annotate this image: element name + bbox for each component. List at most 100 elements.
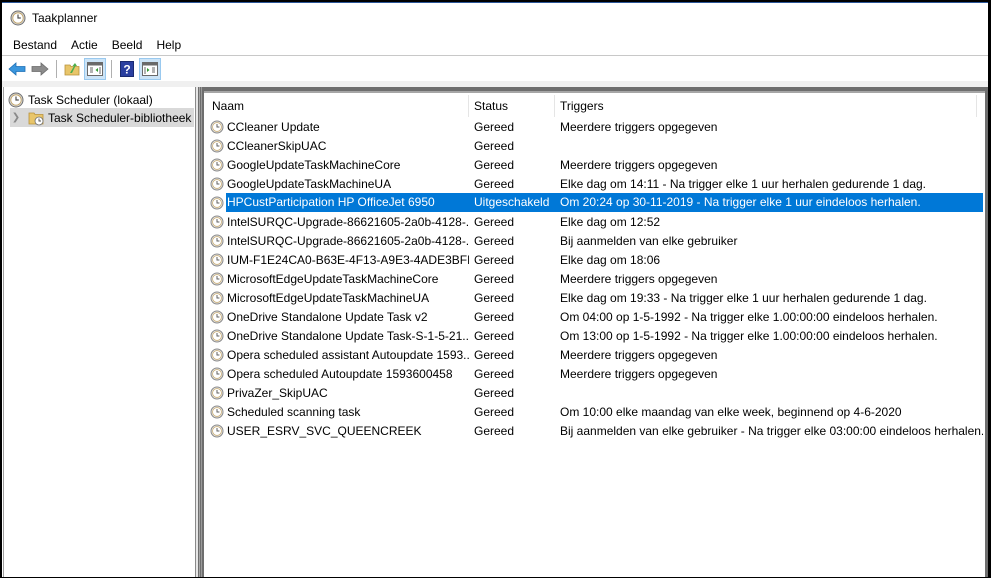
task-name: Opera scheduled Autoupdate 1593600458 bbox=[227, 366, 453, 381]
task-name-cell: USER_ESRV_SVC_QUEENCREEK bbox=[207, 424, 469, 438]
forward-arrow-icon bbox=[31, 62, 49, 76]
task-triggers: Meerdere triggers opgegeven bbox=[560, 347, 718, 362]
task-name-cell: PrivaZer_SkipUAC bbox=[207, 386, 469, 400]
task-name-cell: IntelSURQC-Upgrade-86621605-2a0b-4128-..… bbox=[207, 215, 469, 229]
task-row[interactable]: MicrosoftEdgeUpdateTaskMachineUA Gereed … bbox=[207, 288, 983, 307]
task-triggers: Om 20:24 op 30-11-2019 - Na trigger elke… bbox=[555, 193, 983, 212]
task-name: IntelSURQC-Upgrade-86621605-2a0b-4128-..… bbox=[227, 233, 469, 248]
task-triggers: Meerdere triggers opgegeven bbox=[560, 119, 718, 134]
task-name-cell: GoogleUpdateTaskMachineCore bbox=[207, 158, 469, 172]
task-status: Gereed bbox=[474, 271, 515, 286]
task-rows: CCleaner Update Gereed Meerdere triggers… bbox=[207, 117, 983, 440]
task-row[interactable]: GoogleUpdateTaskMachineCore Gereed Meerd… bbox=[207, 155, 983, 174]
task-clock-icon bbox=[210, 386, 224, 399]
task-name-cell: MicrosoftEdgeUpdateTaskMachineUA bbox=[207, 291, 469, 305]
menu-bestand[interactable]: Bestand bbox=[6, 36, 64, 54]
task-row[interactable]: MicrosoftEdgeUpdateTaskMachineCore Geree… bbox=[207, 269, 983, 288]
task-row[interactable]: PrivaZer_SkipUAC Gereed bbox=[207, 383, 983, 402]
forward-button[interactable] bbox=[29, 58, 51, 80]
task-name-cell: GoogleUpdateTaskMachineUA bbox=[207, 177, 469, 191]
clock-icon bbox=[8, 92, 24, 107]
task-clock-icon bbox=[210, 139, 224, 152]
task-row[interactable]: Opera scheduled Autoupdate 1593600458 Ge… bbox=[207, 364, 983, 383]
task-status: Gereed bbox=[474, 290, 515, 305]
task-name: GoogleUpdateTaskMachineCore bbox=[227, 157, 401, 172]
task-triggers: Meerdere triggers opgegeven bbox=[560, 366, 718, 381]
task-clock-icon bbox=[210, 196, 224, 209]
task-row[interactable]: IUM-F1E24CA0-B63E-4F13-A9E3-4ADE3BFF... … bbox=[207, 250, 983, 269]
task-clock-icon bbox=[210, 253, 224, 266]
task-name-cell: IUM-F1E24CA0-B63E-4F13-A9E3-4ADE3BFF... bbox=[207, 253, 469, 267]
show-hide-action-pane-button[interactable] bbox=[139, 58, 161, 80]
task-status: Gereed bbox=[474, 119, 515, 134]
back-button[interactable] bbox=[6, 58, 28, 80]
chevron-right-icon[interactable]: ❯ bbox=[10, 112, 22, 123]
task-name-cell: HPCustParticipation HP OfficeJet 6950 bbox=[207, 193, 469, 212]
menu-help[interactable]: Help bbox=[149, 36, 188, 54]
task-triggers: Om 04:00 op 1-5-1992 - Na trigger elke 1… bbox=[560, 309, 938, 324]
task-name: CCleanerSkipUAC bbox=[227, 138, 327, 153]
pane-splitter[interactable] bbox=[196, 87, 204, 577]
task-row[interactable]: HPCustParticipation HP OfficeJet 6950 Ui… bbox=[207, 193, 983, 212]
task-status: Gereed bbox=[474, 214, 515, 229]
column-header-name[interactable]: Naam bbox=[207, 95, 469, 117]
task-name: OneDrive Standalone Update Task-S-1-5-21… bbox=[227, 328, 469, 343]
task-row[interactable]: OneDrive Standalone Update Task-S-1-5-21… bbox=[207, 326, 983, 345]
tree-item-task-scheduler-local[interactable]: Task Scheduler (lokaal) bbox=[8, 90, 153, 109]
show-hide-action-pane-icon bbox=[142, 62, 158, 76]
task-name: MicrosoftEdgeUpdateTaskMachineUA bbox=[227, 290, 430, 305]
task-name: IUM-F1E24CA0-B63E-4F13-A9E3-4ADE3BFF... bbox=[227, 252, 469, 267]
task-status: Gereed bbox=[474, 309, 515, 324]
task-name-cell: Opera scheduled assistant Autoupdate 159… bbox=[207, 348, 469, 362]
task-status: Uitgeschakeld bbox=[469, 193, 555, 212]
task-name-cell: CCleaner Update bbox=[207, 120, 469, 134]
task-row[interactable]: Opera scheduled assistant Autoupdate 159… bbox=[207, 345, 983, 364]
task-row[interactable]: IntelSURQC-Upgrade-86621605-2a0b-4128-..… bbox=[207, 231, 983, 250]
tree-item-task-scheduler-library[interactable]: ❯ Task Scheduler-bibliotheek bbox=[10, 108, 194, 127]
task-triggers: Elke dag om 18:06 bbox=[560, 252, 661, 267]
column-header-status[interactable]: Status bbox=[469, 95, 555, 117]
task-status: Gereed bbox=[474, 328, 515, 343]
task-list-pane: Naam Status Triggers CCleaner Update Ger… bbox=[204, 87, 988, 577]
task-status: Gereed bbox=[474, 423, 515, 438]
column-header-triggers[interactable]: Triggers bbox=[555, 95, 977, 117]
task-name: HPCustParticipation HP OfficeJet 6950 bbox=[226, 193, 469, 212]
task-clock-icon bbox=[210, 177, 224, 190]
folder-up-button[interactable] bbox=[61, 58, 83, 80]
task-name: MicrosoftEdgeUpdateTaskMachineCore bbox=[227, 271, 439, 286]
task-triggers: Elke dag om 12:52 bbox=[560, 214, 661, 229]
show-hide-console-tree-icon bbox=[87, 62, 103, 76]
help-button[interactable]: ? bbox=[116, 58, 138, 80]
task-scheduler-window: Taakplanner Bestand Actie Beeld Help ? T… bbox=[2, 2, 988, 577]
task-row[interactable]: OneDrive Standalone Update Task v2 Geree… bbox=[207, 307, 983, 326]
task-name: CCleaner Update bbox=[227, 119, 320, 134]
task-row[interactable]: USER_ESRV_SVC_QUEENCREEK Gereed Bij aanm… bbox=[207, 421, 983, 440]
back-arrow-icon bbox=[8, 62, 26, 76]
toolbar: ? bbox=[2, 57, 988, 81]
task-clock-icon bbox=[210, 291, 224, 304]
task-row[interactable]: CCleanerSkipUAC Gereed bbox=[207, 136, 983, 155]
task-name-cell: OneDrive Standalone Update Task v2 bbox=[207, 310, 469, 324]
task-status: Gereed bbox=[474, 138, 515, 153]
task-name-cell: IntelSURQC-Upgrade-86621605-2a0b-4128-..… bbox=[207, 234, 469, 248]
task-triggers: Elke dag om 14:11 - Na trigger elke 1 uu… bbox=[560, 176, 927, 191]
task-row[interactable]: Scheduled scanning task Gereed Om 10:00 … bbox=[207, 402, 983, 421]
console-tree-inner: Task Scheduler (lokaal) ❯ Task Scheduler… bbox=[3, 87, 194, 577]
task-row[interactable]: CCleaner Update Gereed Meerdere triggers… bbox=[207, 117, 983, 136]
tree-item-label: Task Scheduler-bibliotheek bbox=[48, 110, 192, 125]
menu-actie[interactable]: Actie bbox=[64, 36, 105, 54]
task-clock-icon bbox=[210, 405, 224, 418]
toolbar-separator bbox=[111, 60, 112, 78]
show-hide-console-tree-button[interactable] bbox=[84, 58, 106, 80]
task-status: Gereed bbox=[474, 385, 515, 400]
task-name: Opera scheduled assistant Autoupdate 159… bbox=[227, 347, 469, 362]
task-row[interactable]: GoogleUpdateTaskMachineUA Gereed Elke da… bbox=[207, 174, 983, 193]
task-clock-icon bbox=[210, 215, 224, 228]
title-bar: Taakplanner bbox=[2, 3, 988, 33]
task-name-cell: MicrosoftEdgeUpdateTaskMachineCore bbox=[207, 272, 469, 286]
task-name: IntelSURQC-Upgrade-86621605-2a0b-4128-..… bbox=[227, 214, 469, 229]
menu-beeld[interactable]: Beeld bbox=[105, 36, 150, 54]
task-status: Gereed bbox=[474, 404, 515, 419]
task-name: OneDrive Standalone Update Task v2 bbox=[227, 309, 428, 324]
task-row[interactable]: IntelSURQC-Upgrade-86621605-2a0b-4128-..… bbox=[207, 212, 983, 231]
